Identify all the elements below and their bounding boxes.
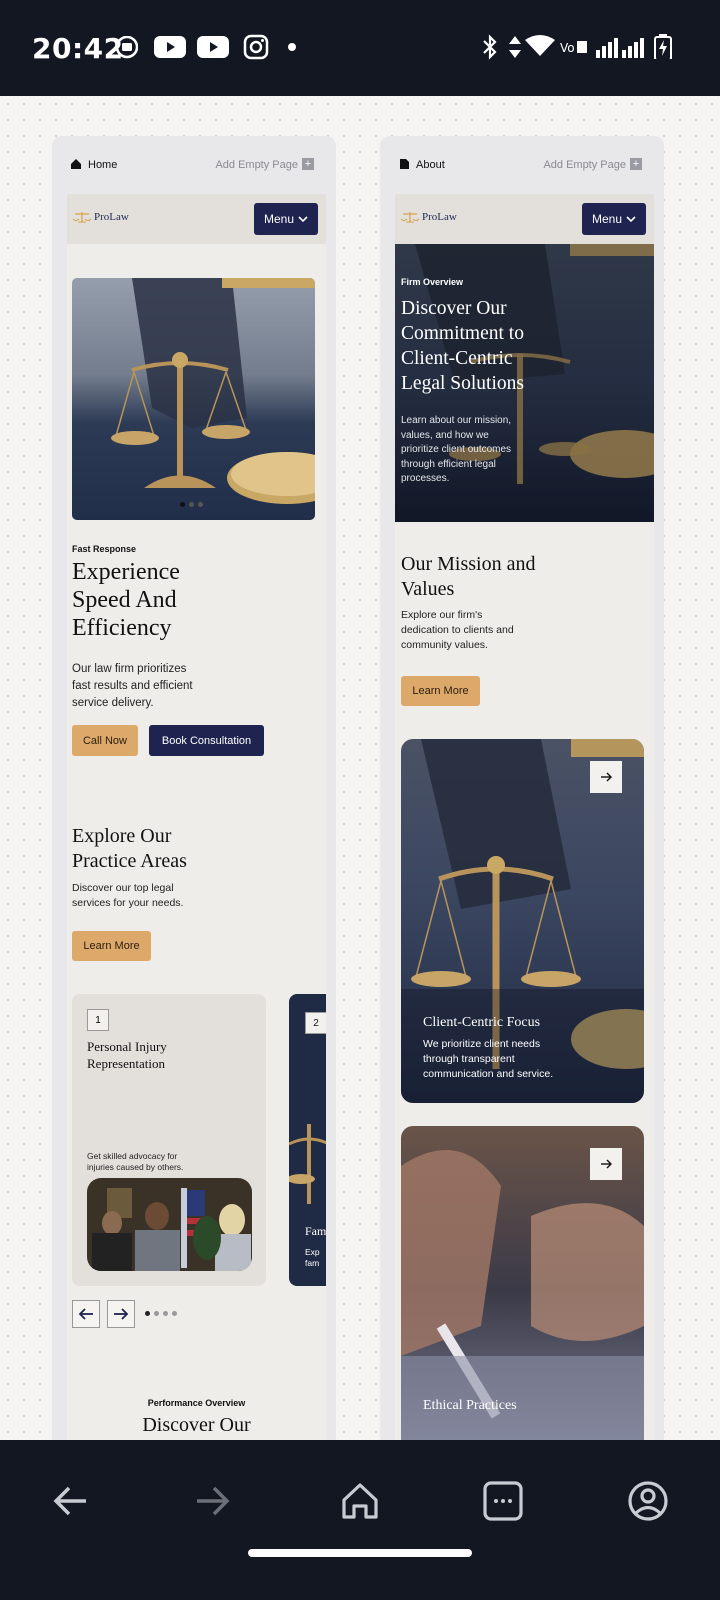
card-number: 2	[305, 1012, 326, 1034]
data-arrows-icon	[509, 36, 521, 58]
scales-logo-icon	[401, 212, 419, 223]
screen-record-icon	[116, 36, 138, 59]
card-description: We prioritize client needs through trans…	[423, 1038, 554, 1080]
value-card[interactable]: Ethical Practices	[401, 1126, 644, 1440]
hero-description: Our law firm prioritizes fast results an…	[72, 663, 193, 709]
practice-learn-more-button[interactable]: Learn More	[72, 931, 151, 961]
page-frame-home[interactable]: Home Add Empty Page + ProLaw Menu Fast R…	[52, 136, 336, 1440]
menu-button[interactable]: Menu	[582, 203, 646, 235]
card-description: Exp fam	[305, 1247, 320, 1268]
arrow-right-icon	[601, 1159, 612, 1169]
card-title: Personal Injury Representation	[87, 1039, 167, 1071]
page-label[interactable]: Home	[88, 159, 117, 171]
home-icon	[71, 159, 81, 169]
carousel-dots[interactable]	[180, 502, 203, 507]
page-frame-about[interactable]: About Add Empty Page + ProLaw Menu Firm …	[380, 136, 664, 1440]
mission-title: Our Mission and Values	[401, 553, 536, 600]
instagram-icon	[243, 34, 269, 60]
scales-of-justice-image	[72, 278, 315, 520]
practice-title: Explore Our Practice Areas	[72, 825, 187, 872]
about-eyebrow: Firm Overview	[401, 277, 464, 287]
page-icon	[400, 159, 409, 169]
about-hero-description: Learn about our mission, values, and how…	[401, 415, 512, 484]
add-empty-page-link[interactable]: Add Empty Page	[215, 159, 298, 171]
card-arrow-button[interactable]	[590, 761, 622, 793]
lawyers-meeting-image	[87, 1178, 252, 1271]
card-title: Ethical Practices	[423, 1398, 517, 1413]
forward-icon[interactable]	[191, 1480, 233, 1522]
youtube-icon	[197, 36, 229, 58]
browser-navbar	[0, 1440, 720, 1600]
frame-toolbar: About Add Empty Page +	[380, 136, 664, 194]
site-logo[interactable]: ProLaw	[73, 211, 129, 223]
site-header: ProLaw Menu	[67, 194, 326, 244]
arrow-right-icon	[114, 1308, 129, 1320]
add-page-plus-icon[interactable]: +	[630, 158, 642, 170]
card-description: Get skilled advocacy for injuries caused…	[87, 1151, 184, 1172]
scales-logo-icon	[73, 212, 91, 223]
hero-title: Experience Speed And Efficiency	[72, 559, 180, 641]
account-icon[interactable]	[627, 1480, 669, 1522]
bluetooth-icon	[483, 34, 497, 60]
youtube-icon	[154, 36, 186, 58]
hero-eyebrow: Fast Response	[72, 544, 137, 554]
hero-image	[72, 278, 315, 520]
practice-card[interactable]: 2 Fam Exp fam	[289, 994, 326, 1286]
site-header: ProLaw Menu	[395, 194, 654, 244]
arrow-left-icon	[78, 1308, 93, 1320]
practice-description: Discover our top legal services for your…	[72, 882, 184, 909]
carousel-prev-button[interactable]	[72, 1300, 100, 1328]
book-consultation-button[interactable]: Book Consultation	[149, 725, 264, 756]
frame-toolbar: Home Add Empty Page +	[52, 136, 336, 194]
dot-icon	[288, 43, 296, 51]
status-time: 20:42	[32, 32, 124, 65]
signal-icon	[596, 38, 644, 58]
page-content: ProLaw Menu Fast Response Experience Spe…	[67, 194, 326, 1440]
chevron-down-icon	[298, 216, 308, 223]
home-nav-icon[interactable]	[339, 1480, 381, 1522]
svg-text:Vo: Vo	[560, 41, 575, 55]
carousel-pagination[interactable]	[145, 1311, 177, 1316]
mission-description: Explore our firm's dedication to clients…	[401, 609, 514, 651]
wifi-icon	[525, 35, 555, 56]
chevron-down-icon	[626, 216, 636, 223]
volte-icon: Vo	[560, 41, 587, 55]
call-now-button[interactable]: Call Now	[72, 725, 138, 756]
site-logo[interactable]: ProLaw	[401, 211, 457, 223]
card-arrow-button[interactable]	[590, 1148, 622, 1180]
value-card[interactable]: Client-Centric Focus We prioritize clien…	[401, 739, 644, 1103]
about-hero: Firm Overview Discover Our Commitment to…	[395, 244, 654, 522]
editor-canvas[interactable]: Home Add Empty Page + ProLaw Menu Fast R…	[0, 96, 720, 1440]
menu-label: Menu	[263, 212, 295, 226]
status-bar: 20:42 Vo	[0, 0, 720, 96]
card-title: Fam	[305, 1224, 326, 1238]
menu-button[interactable]: Menu	[254, 203, 318, 235]
arrow-right-icon	[601, 772, 612, 782]
page-content: ProLaw Menu Firm Overview Discover Our C…	[395, 194, 654, 1440]
performance-eyebrow: Performance Overview	[147, 1398, 246, 1408]
menu-label: Menu	[591, 212, 623, 226]
back-icon[interactable]	[50, 1480, 92, 1522]
scales-image	[289, 1124, 326, 1204]
add-empty-page-link[interactable]: Add Empty Page	[543, 159, 626, 171]
add-page-plus-icon[interactable]: +	[302, 158, 314, 170]
page-label[interactable]: About	[416, 159, 445, 171]
battery-charging-icon	[654, 34, 672, 59]
mission-learn-more-button[interactable]: Learn More	[401, 676, 480, 706]
card-number: 1	[87, 1009, 109, 1031]
gesture-handle[interactable]	[248, 1549, 472, 1557]
logo-text: ProLaw	[94, 211, 129, 223]
about-hero-title: Discover Our Commitment to Client-Centri…	[401, 298, 524, 394]
practice-card[interactable]: 1 Personal Injury Representation Get ski…	[72, 994, 266, 1286]
performance-title: Discover Our	[142, 1414, 251, 1436]
tabs-icon[interactable]	[482, 1480, 524, 1522]
carousel-next-button[interactable]	[107, 1300, 135, 1328]
logo-text: ProLaw	[422, 211, 457, 223]
card-title: Client-Centric Focus	[423, 1015, 541, 1030]
